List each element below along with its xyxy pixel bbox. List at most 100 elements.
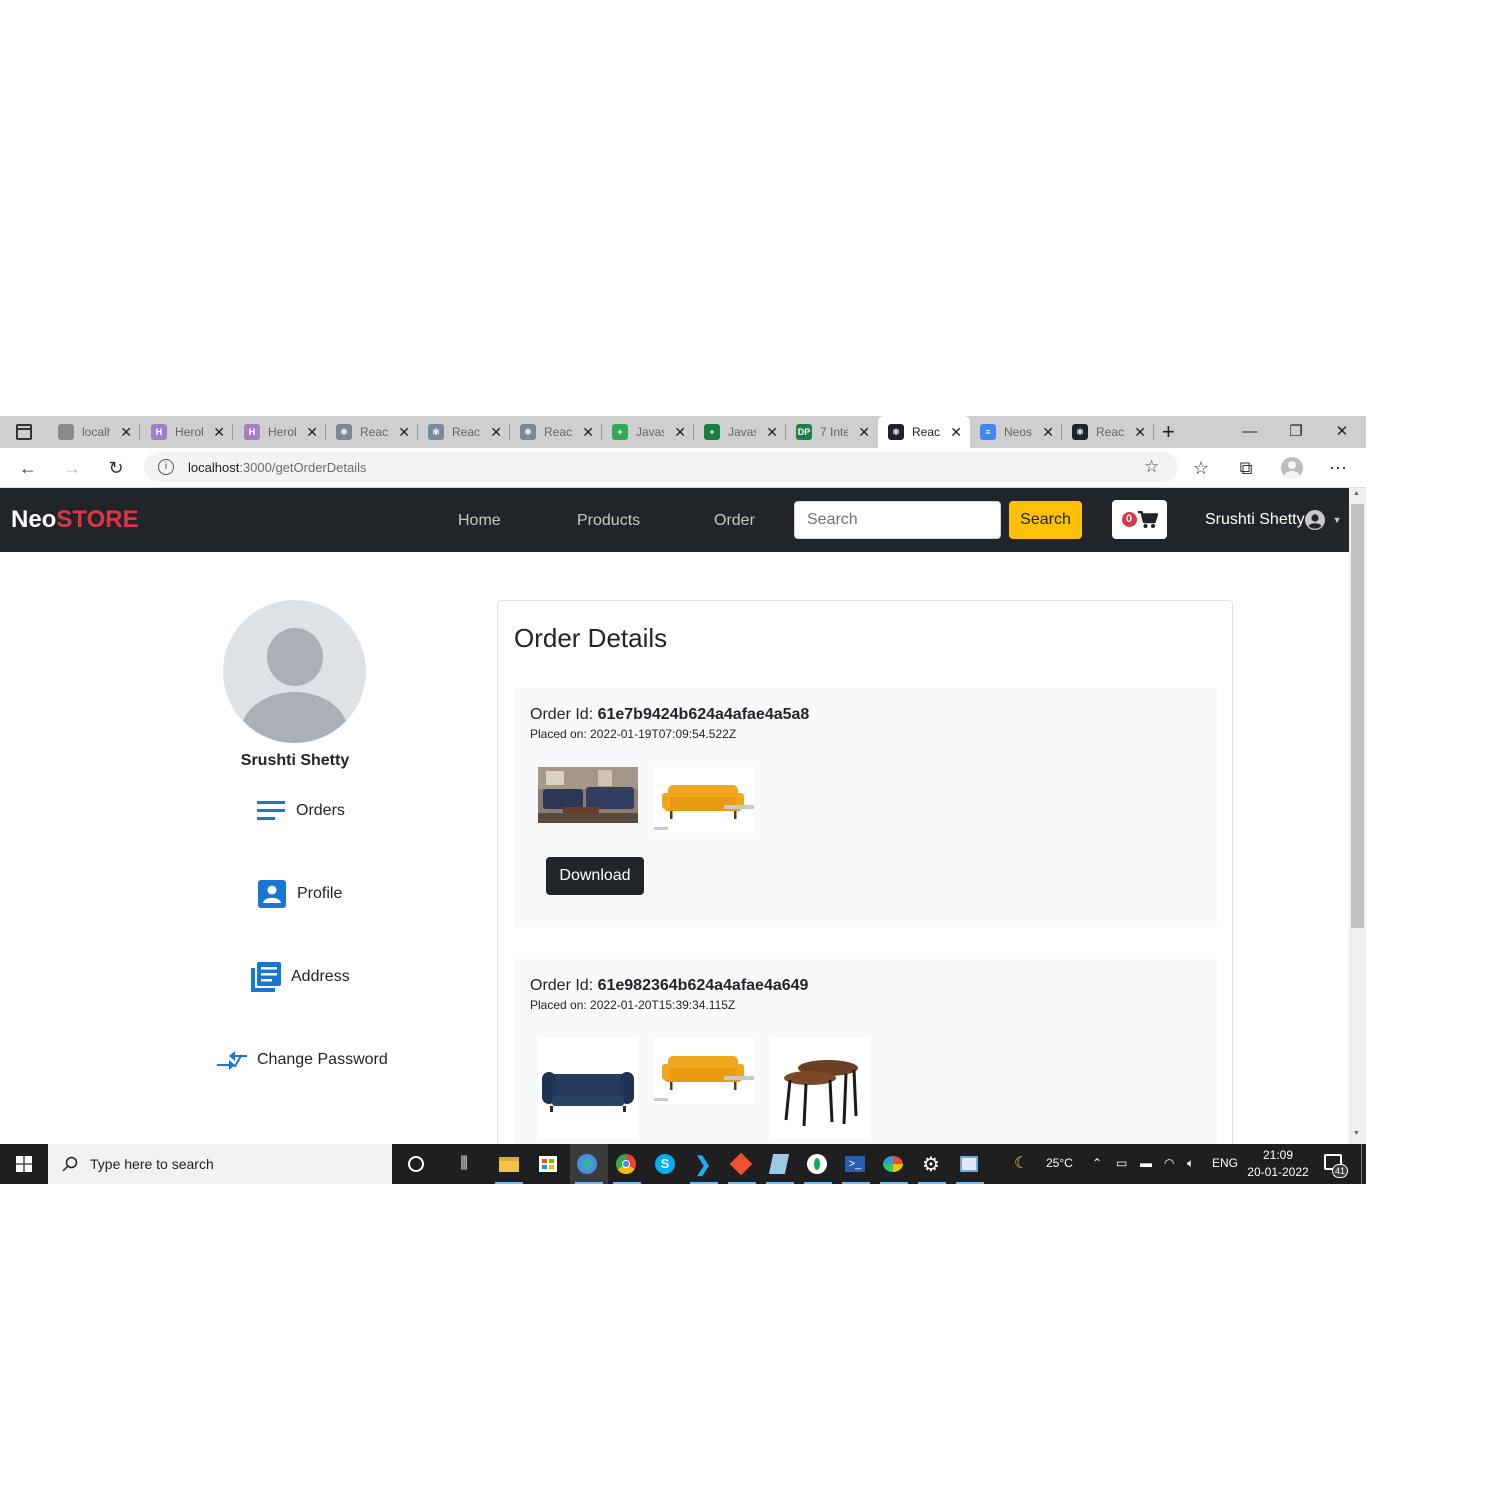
sidebar-item-address[interactable]: Address: [251, 962, 350, 992]
collections-icon[interactable]: ⧉: [1235, 457, 1257, 479]
tab-favicon-icon: ⚛: [520, 424, 536, 440]
product-thumbnail: [654, 1038, 754, 1104]
windows-taskbar: Type here to search ⫼ S ❯ >_ ⚙ ☾ 25°C ⌃ …: [0, 1144, 1366, 1184]
tab-favicon-icon: ⚛: [1072, 424, 1088, 440]
photos-icon[interactable]: [957, 1152, 981, 1176]
wifi-icon[interactable]: ◠: [1164, 1156, 1174, 1170]
tab-close-icon[interactable]: ✕: [398, 424, 410, 440]
show-desktop-button[interactable]: [1361, 1144, 1362, 1184]
tab-close-icon[interactable]: ✕: [950, 424, 962, 440]
sidebar-item-profile[interactable]: Profile: [257, 879, 342, 909]
nav-home[interactable]: Home: [458, 512, 501, 530]
tab-close-icon[interactable]: ✕: [1042, 424, 1054, 440]
browser-tab[interactable]: ⚛ React ✕: [1062, 416, 1154, 448]
paint-icon[interactable]: [881, 1152, 905, 1176]
new-tab-button[interactable]: +: [1162, 420, 1175, 444]
chrome-icon[interactable]: [614, 1152, 638, 1176]
tab-label: Heroku: [175, 425, 203, 439]
scroll-up-arrow[interactable]: ▲: [1353, 490, 1360, 497]
vscode-icon[interactable]: ❯: [691, 1152, 715, 1176]
nav-order[interactable]: Order: [714, 512, 755, 530]
add-favorite-icon[interactable]: ☆: [1144, 457, 1159, 477]
tab-close-icon[interactable]: ✕: [490, 424, 502, 440]
order-date: Placed on: 2022-01-19T07:09:54.522Z: [530, 727, 736, 741]
settings-gear-icon[interactable]: ⚙: [919, 1152, 943, 1176]
browser-tab[interactable]: H Heroku ✕: [141, 416, 233, 448]
start-button[interactable]: [0, 1144, 48, 1184]
nav-products[interactable]: Products: [577, 512, 640, 530]
tab-label: React: [452, 425, 480, 439]
browser-tab[interactable]: ⚛ React ✕: [878, 416, 970, 448]
weather-temperature[interactable]: 25°C: [1046, 1156, 1073, 1170]
tab-close-icon[interactable]: ✕: [1134, 424, 1146, 440]
swap-arrows-icon: [217, 1045, 247, 1075]
order-item: Order Id: 61e7b9424b624a4afae4a5a8 Place…: [514, 688, 1217, 927]
browser-tab[interactable]: H Heroku ✕: [234, 416, 326, 448]
volume-icon[interactable]: 🔈︎: [1187, 1156, 1194, 1171]
restore-button[interactable]: ❐: [1286, 422, 1306, 442]
tab-close-icon[interactable]: ✕: [766, 424, 778, 440]
search-button[interactable]: Search: [1009, 501, 1082, 539]
scroll-down-arrow[interactable]: ▼: [1353, 1130, 1360, 1137]
show-hidden-icons[interactable]: ⌃: [1092, 1156, 1102, 1170]
address-book-icon: [251, 962, 281, 992]
tab-close-icon[interactable]: ✕: [858, 424, 870, 440]
browser-tab[interactable]: ⚛ React ✕: [326, 416, 418, 448]
weather-moon-icon[interactable]: ☾: [1014, 1153, 1028, 1173]
tab-favicon-icon: ≡: [980, 424, 996, 440]
git-icon[interactable]: [729, 1152, 753, 1176]
favorites-icon[interactable]: ☆: [1190, 457, 1212, 479]
file-explorer-icon[interactable]: [497, 1152, 521, 1176]
back-button[interactable]: ←: [17, 457, 39, 479]
tab-close-icon[interactable]: ✕: [582, 424, 594, 440]
scroll-thumb[interactable]: [1351, 504, 1364, 928]
battery-icon[interactable]: ▬: [1140, 1156, 1152, 1170]
tab-label: Javascript: [636, 425, 664, 439]
brand-logo[interactable]: NeoSTORE: [11, 506, 139, 534]
system-clock[interactable]: 21:09 20-01-2022: [1240, 1147, 1316, 1181]
notepad-icon[interactable]: [767, 1152, 791, 1176]
browser-tab[interactable]: localhost ✕: [48, 416, 140, 448]
browser-tab[interactable]: + Javascript ✕: [694, 416, 786, 448]
url-field[interactable]: i localhost:3000/getOrderDetails ☆: [144, 452, 1178, 482]
user-menu-dropdown[interactable]: Srushti Shetty ▼: [1205, 510, 1342, 530]
browser-tab[interactable]: ⚛ React ✕: [510, 416, 602, 448]
tab-actions-icon[interactable]: [16, 424, 32, 440]
tab-close-icon[interactable]: ✕: [674, 424, 686, 440]
tab-close-icon[interactable]: ✕: [213, 424, 225, 440]
active-app-highlight: [570, 1144, 608, 1184]
sidebar-item-label: Profile: [297, 885, 343, 902]
cortana-icon[interactable]: [404, 1152, 428, 1176]
minimize-button[interactable]: —: [1240, 422, 1260, 442]
taskbar-search[interactable]: Type here to search: [48, 1144, 392, 1184]
sidebar-item-label: Change Password: [257, 1051, 388, 1068]
profile-avatar-icon[interactable]: [1281, 457, 1303, 479]
browser-tab[interactable]: ⚛ React ✕: [418, 416, 510, 448]
skype-icon[interactable]: S: [653, 1152, 677, 1176]
store-icon[interactable]: [536, 1152, 560, 1176]
cart-button[interactable]: 0: [1112, 500, 1167, 539]
browser-tab[interactable]: ≡ Neostore ✕: [970, 416, 1062, 448]
task-view-icon[interactable]: ⫼: [452, 1152, 476, 1176]
meet-now-icon[interactable]: ▭: [1116, 1156, 1127, 1170]
mongodb-icon[interactable]: [805, 1152, 829, 1176]
tab-close-icon[interactable]: ✕: [120, 424, 132, 440]
sidebar-item-orders[interactable]: Orders: [256, 796, 345, 826]
browser-tab[interactable]: DP 7 Interview ✕: [786, 416, 878, 448]
page-scrollbar[interactable]: ▲ ▼: [1349, 488, 1366, 1144]
site-info-icon[interactable]: i: [158, 459, 174, 475]
forward-button[interactable]: →: [61, 457, 83, 479]
sidebar-item-change-password[interactable]: Change Password: [217, 1045, 388, 1075]
browser-tab[interactable]: + Javascript ✕: [602, 416, 694, 448]
input-language[interactable]: ENG: [1212, 1156, 1238, 1170]
tab-strip: localhost ✕ H Heroku ✕ H Heroku ✕ ⚛ React ✕ ⚛ React ✕…: [0, 416, 1366, 448]
close-window-button[interactable]: ✕: [1332, 422, 1352, 442]
settings-more-icon[interactable]: ⋯: [1327, 457, 1349, 479]
refresh-button[interactable]: ↻: [105, 457, 127, 479]
tab-label: Javascript: [728, 425, 756, 439]
search-input[interactable]: [794, 501, 1001, 539]
powershell-icon[interactable]: >_: [843, 1152, 867, 1176]
download-button[interactable]: Download: [546, 857, 644, 895]
tab-separator: [139, 424, 140, 440]
tab-close-icon[interactable]: ✕: [306, 424, 318, 440]
